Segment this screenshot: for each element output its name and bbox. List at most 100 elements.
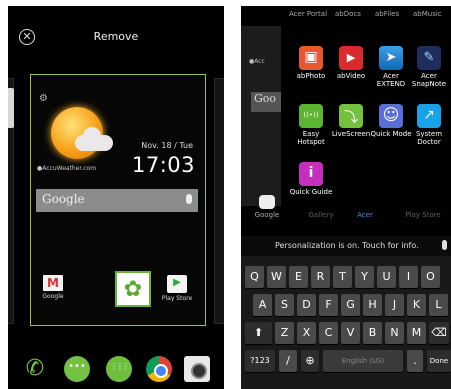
quick-guide-icon bbox=[299, 162, 323, 186]
gmail-icon bbox=[43, 275, 63, 291]
app-acer-snapnote[interactable]: Acer SnapNote bbox=[407, 46, 451, 88]
weather-brand: ●AccuWeather.com bbox=[37, 165, 97, 172]
chrome-icon[interactable] bbox=[146, 356, 172, 382]
app-label: Play Store bbox=[161, 295, 193, 302]
shift-key[interactable]: ⬆ bbox=[245, 322, 272, 344]
extend-icon bbox=[379, 46, 403, 70]
key-g[interactable]: G bbox=[341, 294, 360, 316]
app-easy-hotspot[interactable]: Easy Hotspot bbox=[289, 104, 333, 146]
home-page-preview[interactable]: ⚙ ●AccuWeather.com Nov. 18 / Tue 17:03 G… bbox=[30, 74, 206, 326]
key-f[interactable]: F bbox=[319, 294, 338, 316]
snapnote-icon bbox=[417, 46, 441, 70]
top-label: Acer Portal bbox=[289, 10, 328, 18]
key-o[interactable]: O bbox=[421, 266, 440, 288]
key-n[interactable]: N bbox=[385, 322, 404, 344]
top-label: abDocs bbox=[335, 10, 361, 18]
app-label: Play Store bbox=[405, 211, 441, 219]
top-app-labels: Acer Portal abDocs abFiles abMusic bbox=[241, 10, 451, 22]
key-z[interactable]: Z bbox=[275, 322, 294, 344]
period-key[interactable]: . bbox=[407, 350, 423, 372]
app-label: System Doctor bbox=[415, 130, 443, 146]
app-label: Google bbox=[42, 293, 64, 300]
previous-page-tab[interactable] bbox=[8, 88, 14, 128]
key-m[interactable]: M bbox=[407, 322, 426, 344]
key-t[interactable]: T bbox=[333, 266, 352, 288]
mic-icon[interactable] bbox=[186, 194, 192, 204]
home-app-play-store[interactable]: Play Store bbox=[157, 275, 197, 302]
remove-label[interactable]: Remove bbox=[8, 30, 224, 43]
mic-icon[interactable] bbox=[442, 240, 447, 250]
key-l[interactable]: L bbox=[429, 294, 448, 316]
app-label: Acer bbox=[357, 211, 373, 219]
background-search: Goo bbox=[251, 92, 281, 112]
phone-icon[interactable]: ✆ bbox=[22, 356, 48, 382]
google-search-bar[interactable]: Google bbox=[36, 189, 198, 212]
dock-app-acer[interactable]: Acer bbox=[343, 209, 387, 219]
key-y[interactable]: Y bbox=[355, 266, 374, 288]
space-bar[interactable]: English (US) bbox=[323, 350, 403, 372]
dock-app-google[interactable]: Google bbox=[245, 195, 289, 219]
photo-icon bbox=[299, 46, 323, 70]
play-store-icon bbox=[167, 275, 187, 293]
key-v[interactable]: V bbox=[341, 322, 360, 344]
app-label: abVideo bbox=[336, 72, 366, 80]
search-placeholder: Google bbox=[42, 192, 85, 206]
home-app-google[interactable]: Google bbox=[33, 275, 73, 300]
top-label: abMusic bbox=[413, 10, 442, 18]
app-abvideo[interactable]: abVideo bbox=[329, 46, 373, 80]
quick-mode-icon bbox=[379, 104, 403, 128]
dock-app-play-store[interactable]: Play Store bbox=[401, 209, 445, 219]
video-icon bbox=[339, 46, 363, 70]
key-q[interactable]: Q bbox=[245, 266, 264, 288]
key-b[interactable]: B bbox=[363, 322, 382, 344]
camera-icon[interactable] bbox=[184, 356, 210, 382]
gallery-icon[interactable] bbox=[115, 271, 151, 307]
app-livescreen[interactable]: LiveScreen bbox=[329, 104, 373, 138]
app-drawer-icon[interactable] bbox=[106, 356, 132, 382]
key-x[interactable]: X bbox=[297, 322, 316, 344]
messaging-icon[interactable] bbox=[64, 356, 90, 382]
gmail-icon bbox=[259, 195, 275, 209]
next-page-preview[interactable] bbox=[214, 78, 224, 324]
key-k[interactable]: K bbox=[407, 294, 426, 316]
done-key[interactable]: Done bbox=[427, 350, 451, 372]
soft-keyboard: Q W E R T Y U I O A S D F G H J K L ⬆ Z … bbox=[241, 256, 451, 389]
slash-key[interactable]: / bbox=[279, 350, 297, 372]
key-j[interactable]: J bbox=[385, 294, 404, 316]
globe-icon[interactable]: ⊕ bbox=[301, 350, 319, 372]
dimmed-dock-row: Google Gallery Acer Play Store bbox=[241, 191, 451, 231]
app-system-doctor[interactable]: System Doctor bbox=[407, 104, 451, 146]
app-folder: abPhoto abVideo Acer EXTEND Acer SnapNot… bbox=[289, 36, 451, 208]
app-label: Google bbox=[254, 211, 280, 219]
app-label: abPhoto bbox=[296, 72, 326, 80]
notice-text: Personalization is on. Touch for info. bbox=[275, 241, 419, 250]
home-edit-screen: ✕ Remove ⚙ ●AccuWeather.com Nov. 18 / Tu… bbox=[8, 6, 224, 389]
app-folder-screen: Acer Portal abDocs abFiles abMusic ●Acc … bbox=[241, 6, 451, 389]
key-i[interactable]: I bbox=[399, 266, 418, 288]
key-s[interactable]: S bbox=[275, 294, 294, 316]
app-label: Gallery bbox=[308, 211, 334, 219]
cloud-weather-icon bbox=[75, 127, 113, 151]
date-text: Nov. 18 / Tue bbox=[141, 141, 193, 150]
key-e[interactable]: E bbox=[289, 266, 308, 288]
personalization-notice[interactable]: Personalization is on. Touch for info. bbox=[241, 236, 451, 256]
key-w[interactable]: W bbox=[267, 266, 286, 288]
system-doctor-icon bbox=[417, 104, 441, 128]
key-a[interactable]: A bbox=[253, 294, 272, 316]
key-c[interactable]: C bbox=[319, 322, 338, 344]
key-h[interactable]: H bbox=[363, 294, 382, 316]
app-label: Easy Hotspot bbox=[297, 130, 325, 146]
clock-time: 17:03 bbox=[131, 153, 195, 177]
top-label: abFiles bbox=[375, 10, 400, 18]
delete-key[interactable]: ⌫ bbox=[429, 322, 449, 344]
livescreen-icon bbox=[339, 104, 363, 128]
dock-app-gallery[interactable]: Gallery bbox=[299, 209, 343, 219]
app-abphoto[interactable]: abPhoto bbox=[289, 46, 333, 80]
key-r[interactable]: R bbox=[311, 266, 330, 288]
key-u[interactable]: U bbox=[377, 266, 396, 288]
key-d[interactable]: D bbox=[297, 294, 316, 316]
dock: ✆ bbox=[8, 354, 224, 384]
symbols-key[interactable]: ?123 bbox=[245, 350, 275, 372]
background-page bbox=[241, 26, 281, 206]
weather-settings-icon[interactable]: ⚙ bbox=[39, 93, 48, 104]
